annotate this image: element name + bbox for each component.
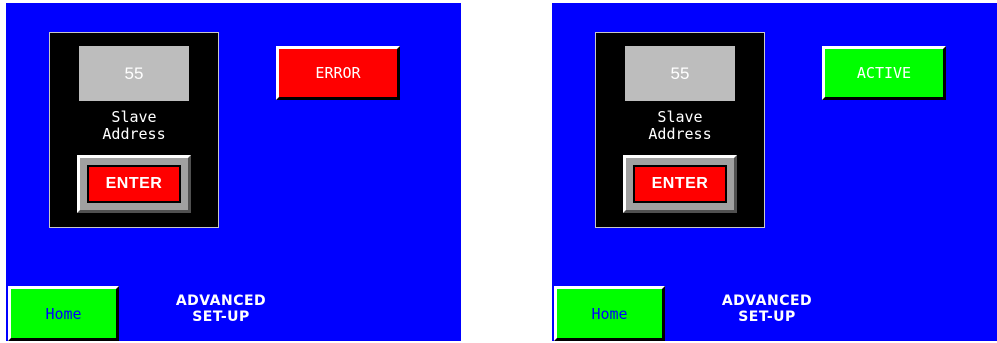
page-title: ADVANCED SET-UP — [702, 293, 832, 325]
error-status-button[interactable]: ERROR — [276, 46, 400, 100]
slave-address-label-line1: Slave — [111, 108, 157, 126]
slave-address-label-line2: Address — [648, 125, 712, 143]
home-button[interactable]: Home — [554, 286, 665, 341]
page-title: ADVANCED SET-UP — [156, 293, 286, 325]
slave-address-label-line1: Slave — [657, 108, 703, 126]
slave-address-panel: 55 Slave Address ENTER — [595, 32, 765, 228]
slave-address-label: Slave Address — [596, 109, 764, 143]
hmi-screen-error: 55 Slave Address ENTER ERROR Home ADVANC… — [6, 3, 461, 341]
page-title-line1: ADVANCED — [175, 293, 267, 309]
enter-button[interactable]: ENTER — [633, 165, 727, 203]
active-status-button[interactable]: ACTIVE — [822, 46, 946, 100]
slave-address-label: Slave Address — [50, 109, 218, 143]
page-title-line2: SET-UP — [738, 309, 796, 325]
slave-address-panel: 55 Slave Address ENTER — [49, 32, 219, 228]
enter-button-frame: ENTER — [623, 155, 737, 213]
page-title-line1: ADVANCED — [721, 293, 813, 309]
enter-button[interactable]: ENTER — [87, 165, 181, 203]
enter-button-frame: ENTER — [77, 155, 191, 213]
slave-address-input[interactable]: 55 — [79, 46, 189, 101]
hmi-screen-active: 55 Slave Address ENTER ACTIVE Home ADVAN… — [552, 3, 997, 341]
home-button[interactable]: Home — [8, 286, 119, 341]
slave-address-label-line2: Address — [102, 125, 166, 143]
page-title-line2: SET-UP — [192, 309, 250, 325]
slave-address-input[interactable]: 55 — [625, 46, 735, 101]
